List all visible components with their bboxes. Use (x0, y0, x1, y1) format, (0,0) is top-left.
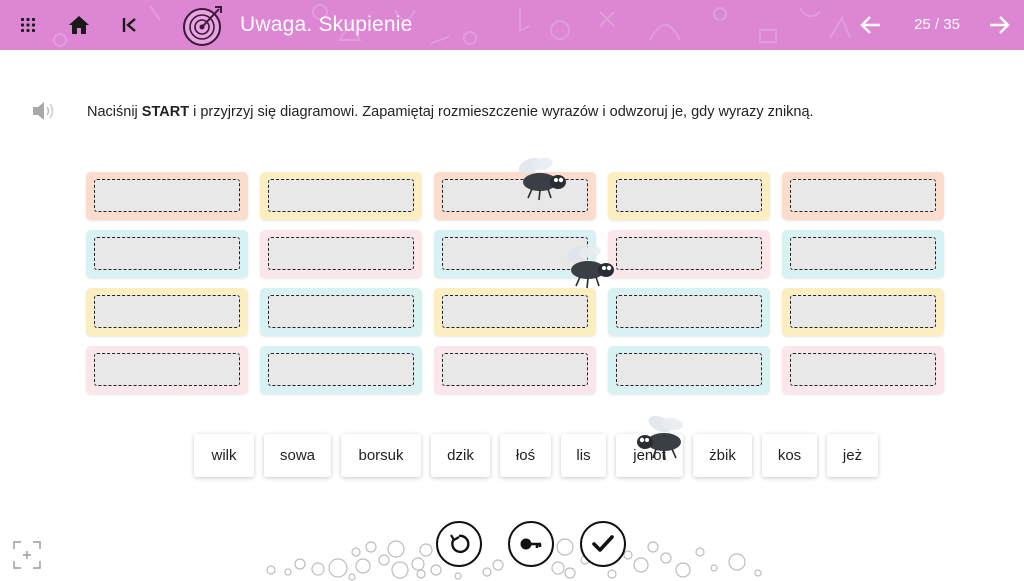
instruction-start-word: START (141, 104, 190, 120)
fly-icon (518, 157, 566, 201)
drop-slot[interactable] (268, 353, 414, 386)
word-tile[interactable]: wilk (194, 434, 254, 477)
grid-cell[interactable] (434, 288, 596, 336)
drop-slot[interactable] (790, 295, 936, 328)
page-title: Uwaga. Skupienie (240, 13, 413, 36)
grid-cell[interactable] (782, 288, 944, 336)
drop-slot[interactable] (790, 179, 936, 212)
word-tile[interactable]: kos (762, 434, 817, 477)
fly-icon (566, 245, 614, 289)
reset-icon (450, 534, 470, 554)
grid-cell[interactable] (782, 230, 944, 278)
check-icon (592, 535, 614, 552)
key-icon (520, 538, 542, 550)
word-tile[interactable]: borsuk (341, 434, 421, 477)
drop-slot[interactable] (94, 237, 240, 270)
drop-slot[interactable] (94, 295, 240, 328)
drop-slot[interactable] (268, 295, 414, 328)
fullscreen-icon[interactable] (12, 540, 42, 570)
fly-icon (637, 415, 683, 461)
instruction-text: Naciśnij START i przyjrzyj się diagramow… (87, 104, 814, 120)
drop-slot[interactable] (268, 179, 414, 212)
word-tile[interactable]: jeż (827, 434, 878, 477)
grid-cell[interactable] (608, 288, 770, 336)
grid-cell[interactable] (782, 172, 944, 220)
skip-back-icon (122, 18, 136, 32)
drop-slot[interactable] (616, 237, 762, 270)
grid-cell[interactable] (86, 288, 248, 336)
grid-cell[interactable] (86, 172, 248, 220)
instruction-before: Naciśnij (87, 104, 142, 120)
grid-cell[interactable] (260, 172, 422, 220)
drop-slot[interactable] (616, 353, 762, 386)
drop-slot[interactable] (616, 179, 762, 212)
menu-button[interactable] (14, 0, 42, 50)
grid-cell[interactable] (434, 346, 596, 394)
check-button[interactable] (580, 521, 626, 567)
word-tile[interactable]: lis (561, 434, 606, 477)
target-icon (183, 6, 222, 46)
grid-cell[interactable] (608, 172, 770, 220)
grid-cell[interactable] (260, 346, 422, 394)
grid-cell[interactable] (86, 346, 248, 394)
drop-slot[interactable] (790, 237, 936, 270)
drop-slot[interactable] (790, 353, 936, 386)
drop-slot[interactable] (268, 237, 414, 270)
grid-cell[interactable] (260, 288, 422, 336)
top-bar: Uwaga. Skupienie 25 / 35 (0, 0, 1024, 50)
drop-slot[interactable] (94, 353, 240, 386)
show-answer-button[interactable] (508, 521, 554, 567)
drop-slot[interactable] (94, 179, 240, 212)
grid-menu-icon (20, 17, 36, 33)
word-tile[interactable]: dzik (431, 434, 490, 477)
drop-slot[interactable] (616, 295, 762, 328)
arrow-left-icon (860, 16, 880, 34)
drop-slot[interactable] (442, 353, 588, 386)
diagram-grid (86, 172, 946, 394)
grid-cell[interactable] (782, 346, 944, 394)
next-page-button[interactable] (986, 0, 1012, 50)
reset-button[interactable] (436, 521, 482, 567)
back-to-start-button[interactable] (120, 0, 140, 50)
page-counter: 25 / 35 (914, 16, 960, 33)
grid-cell[interactable] (608, 346, 770, 394)
speaker-icon[interactable] (30, 99, 56, 123)
word-tile[interactable]: sowa (264, 434, 331, 477)
instruction-after: i przyjrzyj się diagramowi. Zapamiętaj r… (189, 104, 814, 120)
previous-page-button[interactable] (858, 0, 884, 50)
drop-slot[interactable] (442, 295, 588, 328)
home-icon (69, 16, 89, 34)
word-tile[interactable]: żbik (693, 434, 752, 477)
grid-cell[interactable] (608, 230, 770, 278)
home-button[interactable] (66, 0, 92, 50)
arrow-right-icon (990, 16, 1010, 34)
grid-cell[interactable] (260, 230, 422, 278)
grid-cell[interactable] (86, 230, 248, 278)
word-tile[interactable]: łoś (500, 434, 551, 477)
